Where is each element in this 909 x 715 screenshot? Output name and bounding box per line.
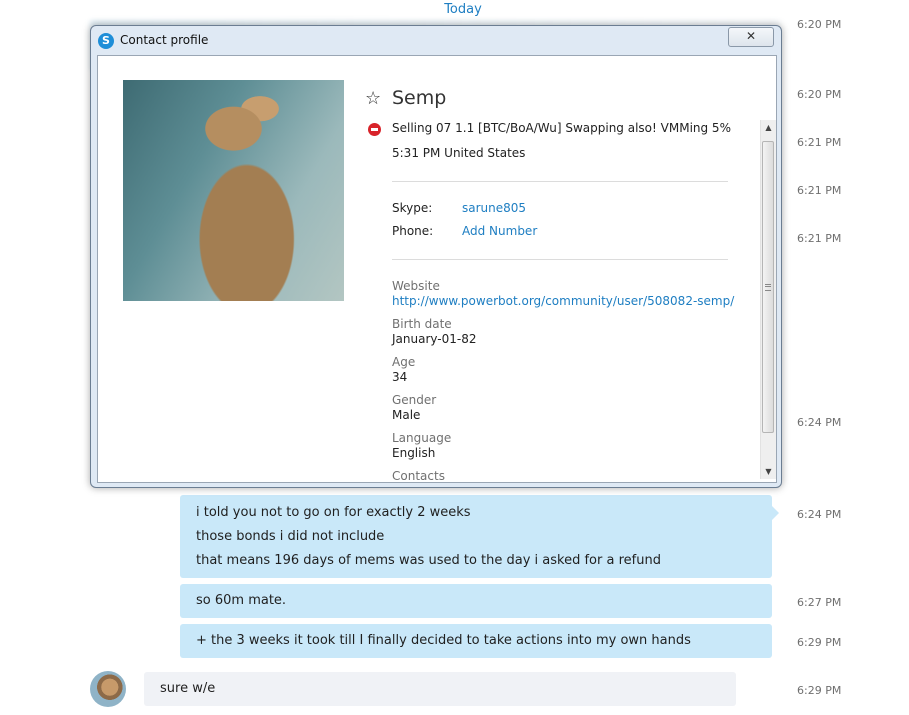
message-timestamp: 6:20 PM (797, 18, 842, 31)
star-outline-icon[interactable]: ☆ (365, 88, 381, 109)
bubble-tail (772, 506, 779, 520)
message-timestamp: 6:24 PM (797, 416, 842, 429)
close-button[interactable]: ✕ (728, 27, 774, 47)
gender-value: Male (392, 408, 421, 422)
incoming-message-bubble[interactable]: sure w/e (144, 672, 736, 706)
add-number-link[interactable]: Add Number (462, 224, 537, 238)
grip-icon (765, 284, 771, 291)
divider (392, 181, 728, 182)
scroll-thumb[interactable] (762, 141, 774, 433)
language-value: English (392, 446, 436, 460)
message-text: i told you not to go on for exactly 2 we… (196, 505, 471, 520)
website-label: Website (392, 279, 440, 293)
skype-name-link[interactable]: sarune805 (462, 201, 526, 215)
scroll-up-arrow-icon[interactable]: ▲ (761, 121, 776, 135)
message-timestamp: 6:27 PM (797, 596, 842, 609)
profile-scrollbar[interactable]: ▲ ▼ (760, 120, 776, 479)
outgoing-message-bubble[interactable]: + the 3 weeks it took till I finally dec… (180, 624, 772, 658)
message-text: + the 3 weeks it took till I finally dec… (196, 633, 691, 648)
profile-photo (123, 80, 344, 301)
language-label: Language (392, 431, 452, 445)
dialog-titlebar[interactable]: S Contact profile ✕ (91, 26, 781, 56)
do-not-disturb-icon (368, 123, 381, 136)
skype-label: Skype: (392, 201, 433, 215)
age-value: 34 (392, 370, 408, 384)
message-text: so 60m mate. (196, 593, 287, 608)
gender-label: Gender (392, 393, 437, 407)
message-timestamp: 6:29 PM (797, 684, 842, 697)
website-link[interactable]: http://www.powerbot.org/community/user/5… (392, 294, 734, 308)
divider (392, 259, 728, 260)
profile-content: ☆ Semp Selling 07 1.1 [BTC/BoA/Wu] Swapp… (97, 55, 777, 483)
mood-message: Selling 07 1.1 [BTC/BoA/Wu] Swapping als… (392, 121, 731, 135)
message-timestamp: 6:21 PM (797, 232, 842, 245)
contact-profile-dialog: S Contact profile ✕ ☆ Semp Selling 07 1.… (90, 25, 782, 488)
message-text: that means 196 days of mems was used to … (196, 553, 661, 568)
phone-label: Phone: (392, 224, 434, 238)
message-timestamp: 6:29 PM (797, 636, 842, 649)
message-text: sure w/e (160, 681, 216, 696)
message-timestamp: 6:20 PM (797, 88, 842, 101)
skype-logo-icon: S (98, 33, 114, 49)
birth-date-label: Birth date (392, 317, 452, 331)
contacts-label: Contacts (392, 469, 445, 483)
contact-name: Semp (392, 87, 447, 109)
age-label: Age (392, 355, 416, 369)
message-timestamp: 6:24 PM (797, 508, 842, 521)
message-text: those bonds i did not include (196, 529, 385, 544)
local-time: 5:31 PM United States (392, 146, 526, 160)
close-icon: ✕ (745, 29, 757, 43)
outgoing-message-bubble[interactable]: i told you not to go on for exactly 2 we… (180, 495, 772, 578)
today-divider: Today (444, 2, 482, 17)
birth-date-value: January-01-82 (392, 332, 477, 346)
dialog-title: Contact profile (120, 33, 209, 47)
scroll-down-arrow-icon[interactable]: ▼ (761, 465, 776, 479)
outgoing-message-bubble[interactable]: so 60m mate. (180, 584, 772, 618)
message-timestamp: 6:21 PM (797, 184, 842, 197)
message-timestamp: 6:21 PM (797, 136, 842, 149)
contact-avatar[interactable] (90, 671, 126, 707)
